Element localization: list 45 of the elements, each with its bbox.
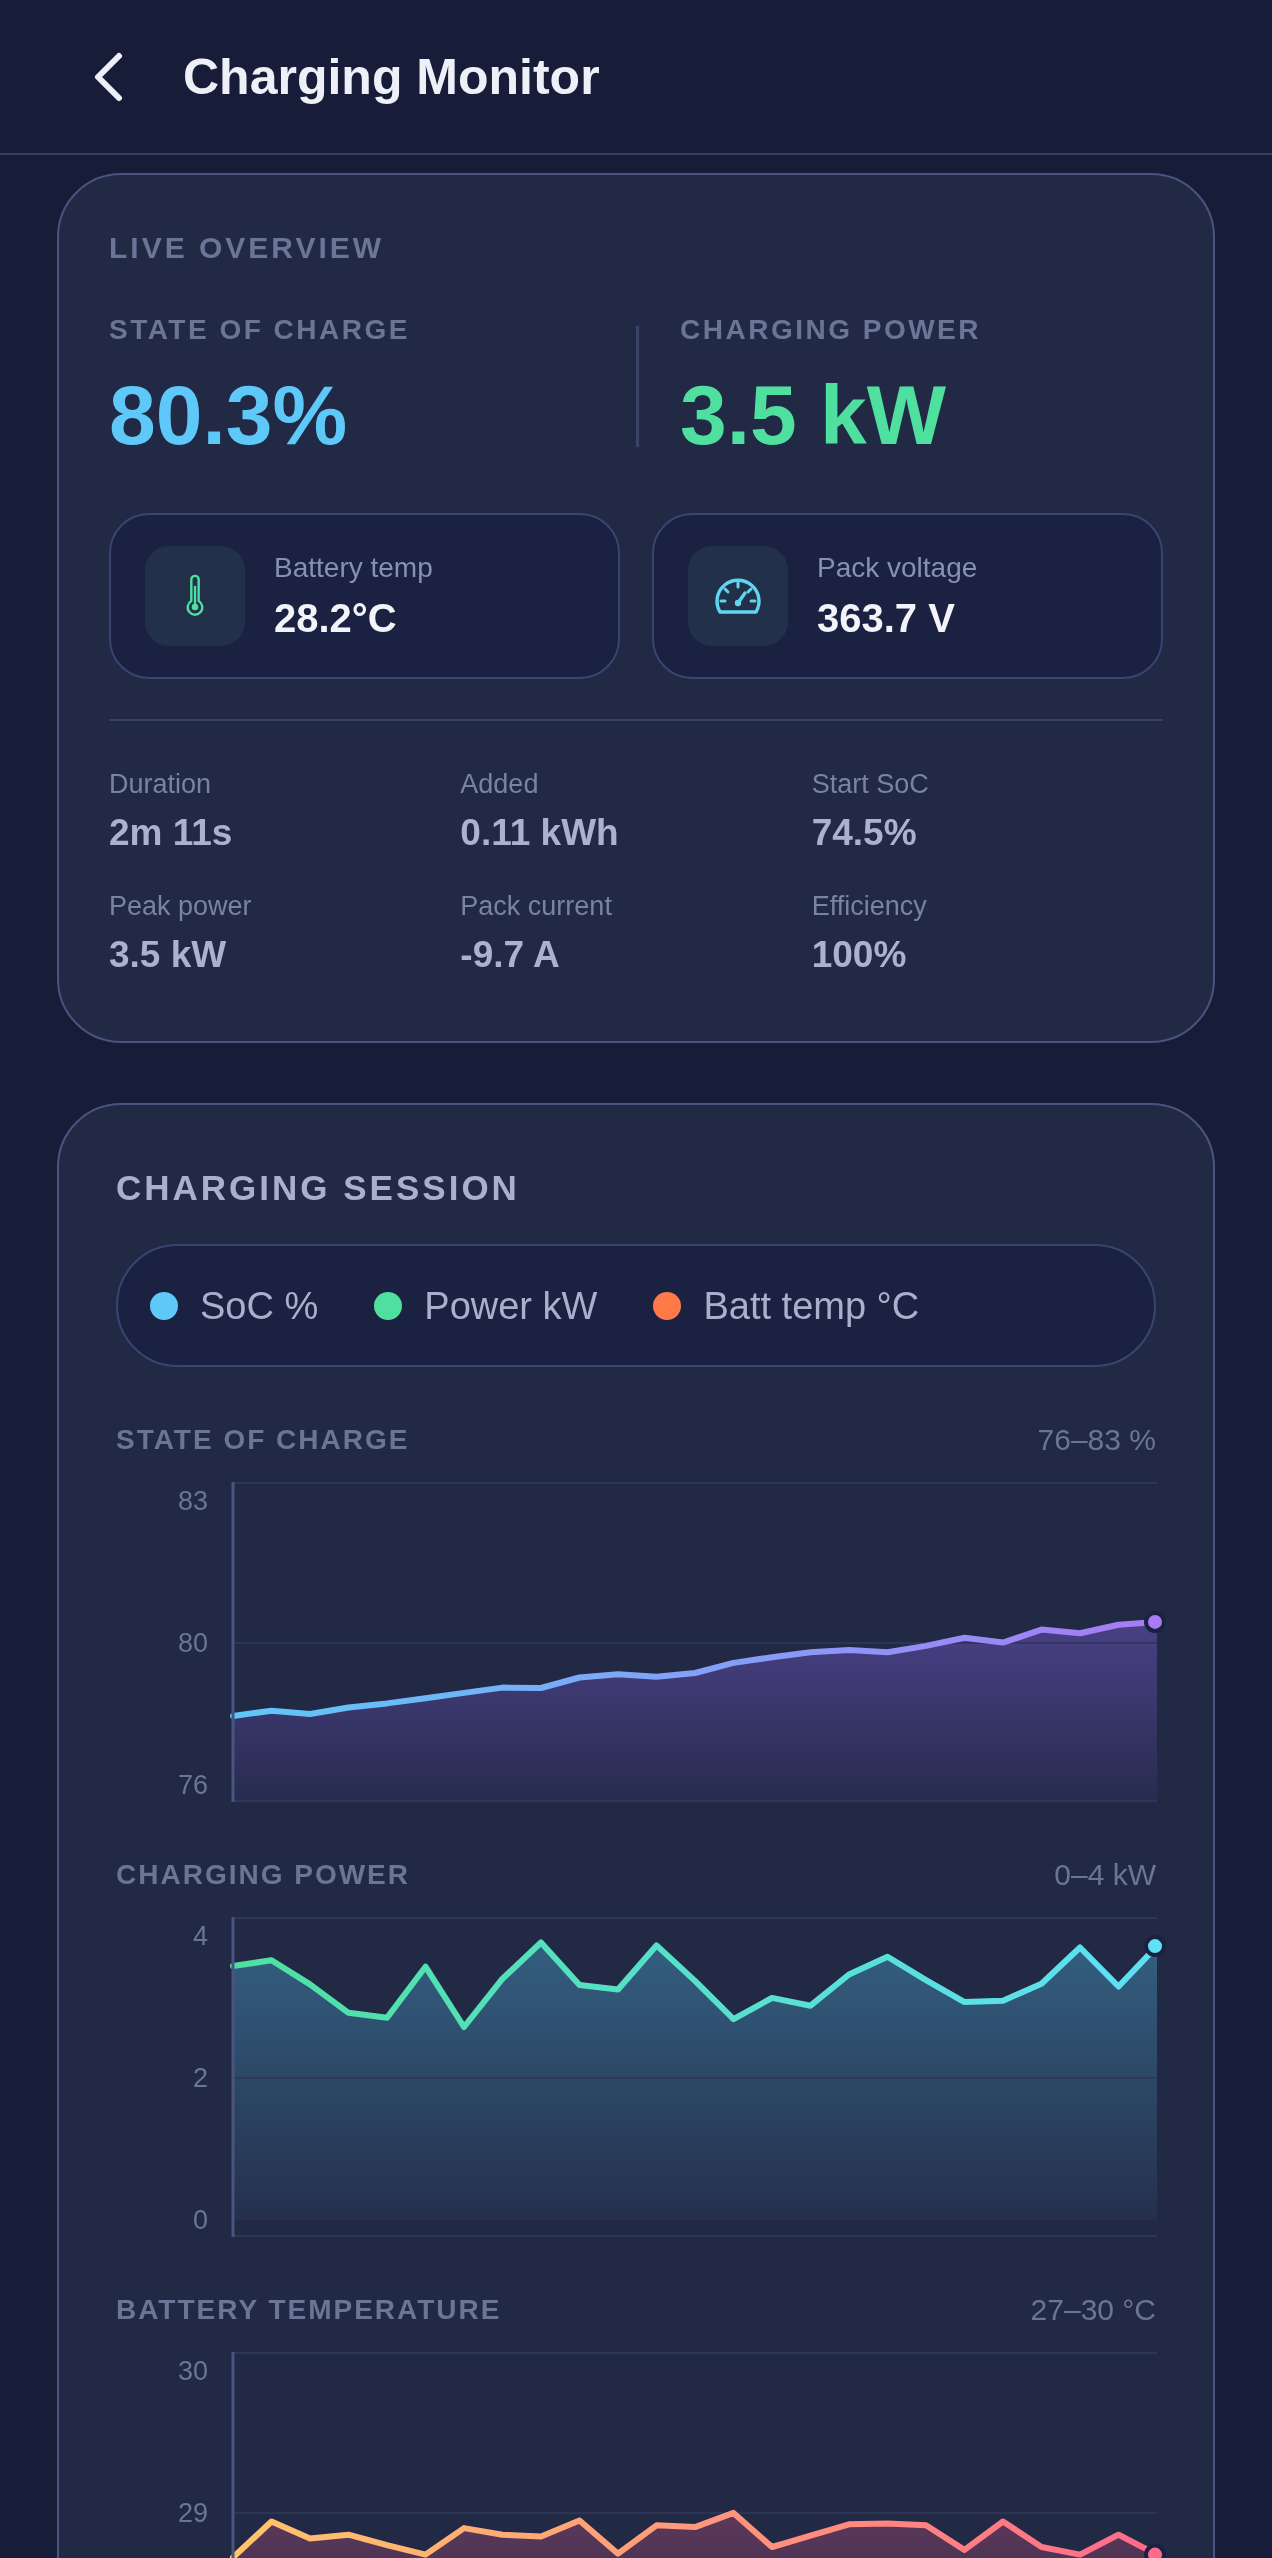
stat-label: Pack current [460,890,613,922]
stat-value: -9.7 A [460,933,561,977]
stat-value: 2m 11s [109,811,234,855]
axis-tick-label: 29 [177,2497,208,2528]
metric-value: 28.2°C [274,595,398,641]
axis-tick-label: 76 [177,1769,208,1800]
reading-value: 3.5 kW [680,370,948,460]
section-title: CHARGING SESSION [116,1167,521,1209]
chart-range-label: 76–83 % [1037,1423,1156,1457]
axis-tick-label: 0 [192,2204,208,2235]
chart-title: STATE OF CHARGE [116,1423,410,1457]
axis-tick-label: 83 [177,1486,208,1517]
axis-tick-label: 2 [192,2063,208,2094]
section-title: LIVE OVERVIEW [109,230,386,266]
stat-label: Peak power [109,890,253,922]
back-icon[interactable] [92,50,124,103]
reading-label: CHARGING POWER [680,313,981,347]
end-point-marker [1144,1935,1166,1958]
metric-label: Battery temp [274,551,433,585]
stat-label: Added [460,768,540,800]
legend-label: Batt temp °C [703,1283,920,1329]
axis-tick-label: 30 [177,2355,208,2386]
chart-range-label: 0–4 kW [1054,1858,1156,1892]
metric-value: 363.7 V [817,595,956,641]
legend-label: Power kW [424,1283,598,1329]
reading-label: STATE OF CHARGE [109,313,411,347]
stat-label: Start SoC [811,768,930,800]
chart-range-label: 27–30 °C [1030,2293,1156,2327]
axis-tick-label: 4 [192,1921,208,1952]
axis-tick-label: 80 [177,1628,208,1658]
stat-value: 3.5 kW [109,933,228,977]
end-point-marker [1144,1610,1166,1633]
stat-value: 74.5% [811,811,918,855]
thermometer-icon [145,546,245,646]
legend-label: SoC % [200,1283,319,1329]
chart-title: CHARGING POWER [116,1858,410,1892]
stat-value: 100% [811,933,908,977]
stat-label: Efficiency [811,890,928,922]
metric-label: Pack voltage [817,551,978,585]
stat-label: Duration [109,768,213,800]
chart-title: BATTERY TEMPERATURE [116,2293,502,2327]
stat-value: 0.11 kWh [460,811,620,855]
reading-value: 80.3% [109,370,349,460]
gauge-icon [688,546,788,646]
page-title: Charging Monitor [183,47,600,107]
